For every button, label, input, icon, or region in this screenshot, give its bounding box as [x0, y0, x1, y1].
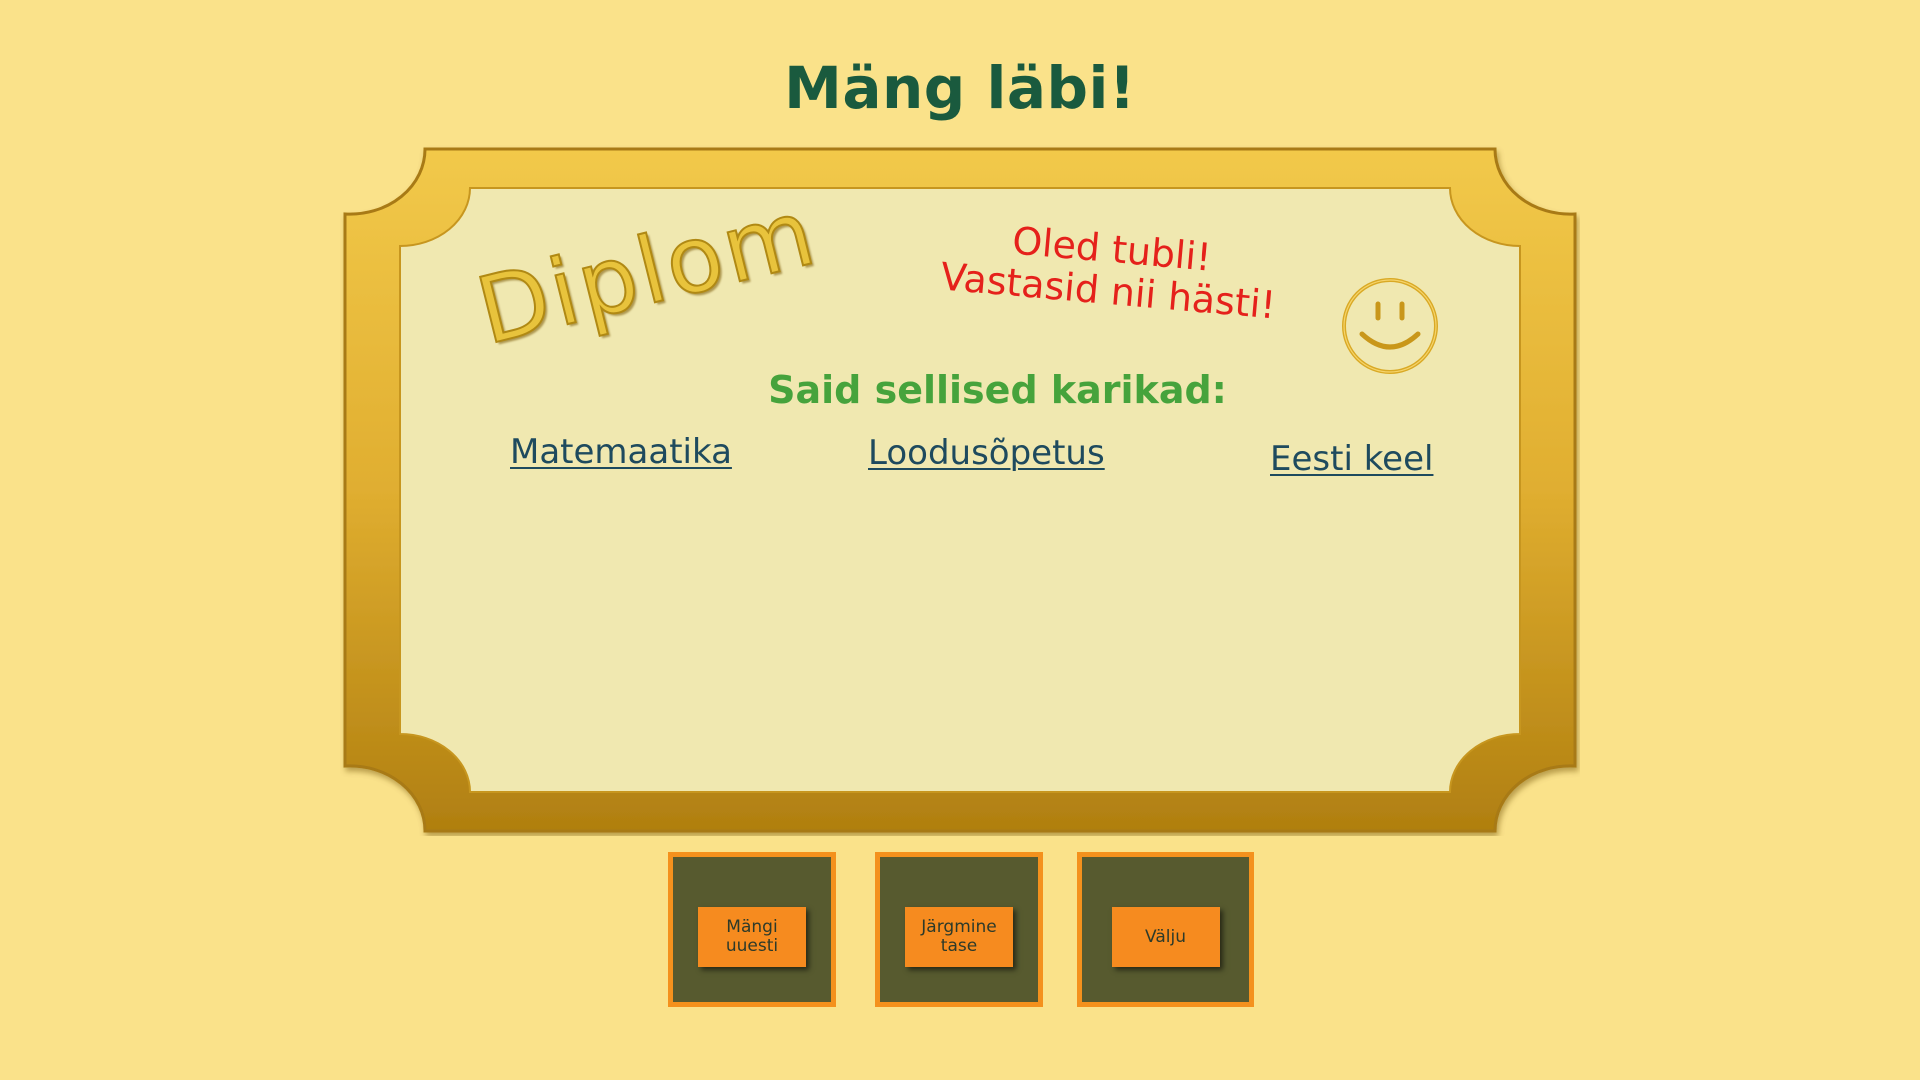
trophies-heading: Said sellised karikad: [768, 368, 1227, 412]
exit-button[interactable]: Välju [1111, 907, 1220, 967]
game-over-screen: Mäng läbi! Diplom Oled tubli! Vastasid n… [0, 0, 1920, 1080]
next-level-label-line-2: tase [940, 936, 978, 956]
next-level-label-line-1: Järgmine [921, 917, 997, 937]
trophy-link-nature-studies[interactable]: Loodusõpetus [868, 433, 1105, 473]
play-again-button-box[interactable]: Mängi uuesti [668, 852, 836, 1007]
smiley-face-icon [1342, 278, 1438, 374]
page-title: Mäng läbi! [784, 54, 1136, 122]
exit-label: Välju [1145, 926, 1186, 947]
play-again-label-line-1: Mängi [726, 917, 778, 937]
next-level-button[interactable]: Järgmine tase [905, 907, 1013, 967]
exit-button-box[interactable]: Välju [1077, 852, 1254, 1007]
trophy-link-estonian[interactable]: Eesti keel [1270, 439, 1433, 479]
play-again-label: Mängi uuesti [726, 918, 778, 956]
next-level-button-box[interactable]: Järgmine tase [875, 852, 1043, 1007]
play-again-button[interactable]: Mängi uuesti [698, 907, 806, 967]
trophy-link-math[interactable]: Matemaatika [510, 432, 732, 472]
next-level-label: Järgmine tase [921, 918, 996, 956]
play-again-label-line-2: uuesti [725, 936, 779, 956]
